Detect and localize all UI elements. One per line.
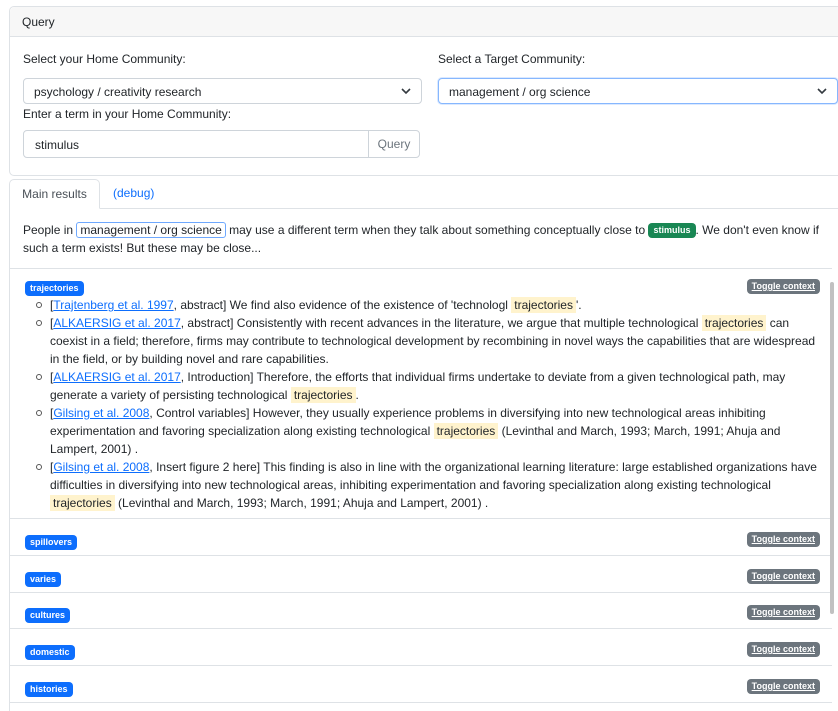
query-term-badge: stimulus (648, 223, 696, 238)
context-text: , abstract] We find also evidence of the… (173, 298, 512, 312)
intro-text: People in management / org science may u… (23, 221, 833, 257)
result-term-badge: trajectories (25, 281, 84, 296)
reference-link[interactable]: ALKAERSIG et al. 2017 (53, 370, 180, 384)
divider (10, 592, 832, 593)
highlighted-term: trajectories (511, 297, 576, 313)
bullet-icon (36, 374, 42, 380)
query-card: Query Select your Home Community: psycho… (9, 6, 838, 176)
context-item: [Gilsing et al. 2008, Insert figure 2 he… (36, 458, 826, 512)
toggle-context-button[interactable]: Toggle context (746, 642, 820, 657)
toggle-context-button[interactable]: Toggle context (746, 569, 820, 584)
context-text: , abstract] Consistently with recent adv… (180, 316, 702, 330)
chevron-down-icon (817, 88, 827, 95)
target-community-value: management / org science (449, 85, 591, 99)
reference-link[interactable]: Gilsing et al. 2008 (53, 460, 149, 474)
highlighted-term: trajectories (701, 315, 767, 331)
highlighted-term: trajectories (433, 423, 499, 439)
toggle-context-button[interactable]: Toggle context (746, 532, 820, 547)
toggle-context-button[interactable]: Toggle context (746, 679, 820, 694)
context-item: [Gilsing et al. 2008, Control variables]… (36, 404, 826, 458)
result-term-badge: domestic (25, 645, 75, 660)
divider (10, 268, 832, 269)
highlighted-term: trajectories (50, 495, 115, 511)
reference-link[interactable]: Gilsing et al. 2008 (53, 406, 149, 420)
bullet-icon (36, 320, 42, 326)
result-term-badge: spillovers (25, 535, 78, 550)
divider (10, 628, 832, 629)
context-list: [Trajtenberg et al. 1997, abstract] We f… (36, 296, 826, 512)
bullet-icon (36, 464, 42, 470)
home-community-label: Select your Home Community: (23, 52, 186, 66)
result-term-badge: varies (25, 572, 62, 587)
intro-text-part: People in (23, 223, 77, 237)
term-label: Enter a term in your Home Community: (23, 107, 232, 121)
bullet-icon (36, 302, 42, 308)
reference-link[interactable]: ALKAERSIG et al. 2017 (53, 316, 180, 330)
context-text: (Levinthal and March, 1993; March, 1991;… (114, 496, 489, 510)
context-text: . (355, 388, 359, 402)
divider (10, 555, 832, 556)
target-community-chip: management / org science (76, 222, 226, 238)
context-item: [ALKAERSIG et al. 2017, abstract] Consis… (36, 314, 826, 368)
toggle-context-button[interactable]: Toggle context (746, 605, 820, 620)
query-button[interactable]: Query (368, 130, 420, 158)
toggle-context-button[interactable]: Toggle context (746, 279, 820, 294)
query-header: Query (10, 7, 838, 37)
tab-main-results[interactable]: Main results (9, 179, 100, 209)
home-community-value: psychology / creativity research (34, 85, 202, 99)
divider (10, 665, 832, 666)
context-item: [Trajtenberg et al. 1997, abstract] We f… (36, 296, 826, 314)
chevron-down-icon (401, 88, 411, 95)
results-panel: People in management / org science may u… (9, 208, 838, 711)
context-text: '. (575, 298, 582, 312)
bullet-icon (36, 410, 42, 416)
scrollbar[interactable] (830, 282, 834, 614)
term-input[interactable]: stimulus (23, 130, 369, 158)
divider (10, 702, 832, 703)
divider (10, 518, 832, 519)
result-term-badge: histories (25, 682, 73, 697)
tab-debug[interactable]: (debug) (113, 179, 154, 209)
context-text: , Insert figure 2 here] This finding is … (50, 460, 817, 492)
target-community-select[interactable]: management / org science (438, 78, 838, 104)
highlighted-term: trajectories (290, 387, 356, 403)
context-item: [ALKAERSIG et al. 2017, Introduction] Th… (36, 368, 826, 404)
reference-link[interactable]: Trajtenberg et al. 1997 (53, 298, 173, 312)
intro-text-part: may use a different term when they talk … (225, 223, 649, 237)
result-term-badge: cultures (25, 608, 71, 623)
tab-bar: Main results (debug) (9, 179, 838, 209)
target-community-label: Select a Target Community: (438, 52, 586, 66)
home-community-select[interactable]: psychology / creativity research (23, 78, 422, 104)
